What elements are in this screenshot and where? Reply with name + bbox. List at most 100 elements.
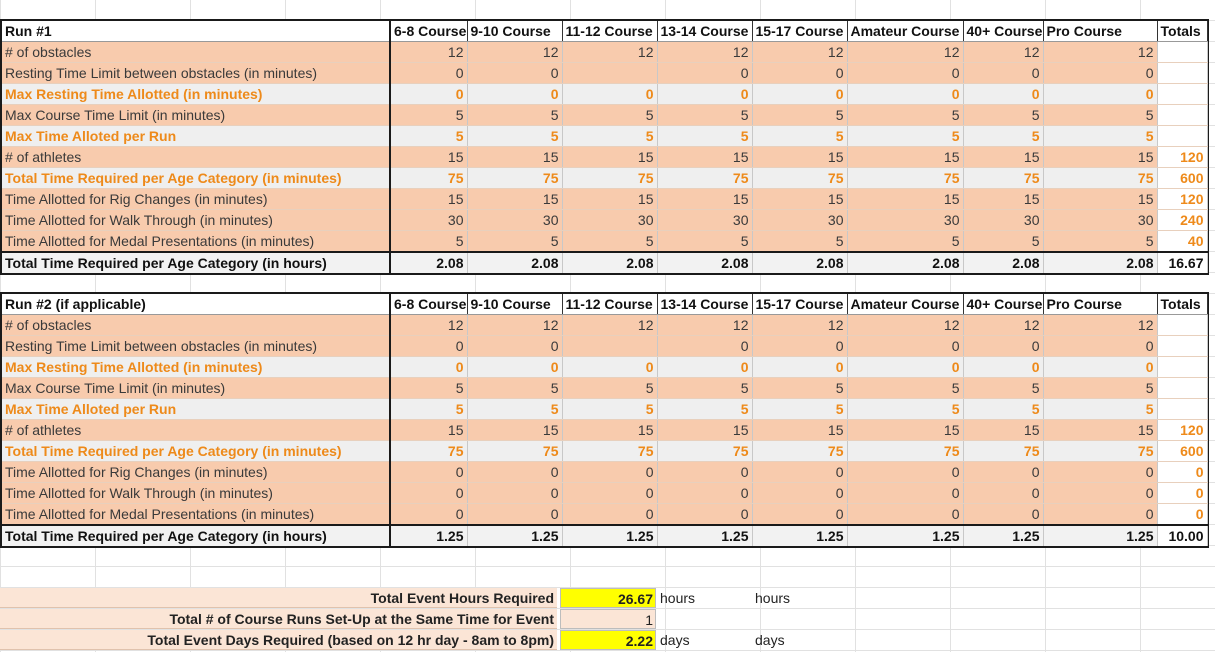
value-cell[interactable]: 15 xyxy=(963,188,1044,210)
value-cell[interactable]: 75 xyxy=(847,167,964,189)
course-header-cell[interactable]: Amateur Course xyxy=(847,294,964,315)
value-cell[interactable]: 1.25 xyxy=(752,524,848,546)
value-cell[interactable]: 0 xyxy=(390,356,468,378)
value-cell[interactable]: 5 xyxy=(752,104,848,126)
course-header-cell[interactable]: 9-10 Course xyxy=(467,294,563,315)
value-cell[interactable]: 0 xyxy=(467,503,563,526)
row-label-cell[interactable]: Resting Time Limit between obstacles (in… xyxy=(2,62,391,84)
value-cell[interactable]: 2.08 xyxy=(752,251,848,273)
value-cell[interactable]: 15 xyxy=(390,188,468,210)
value-cell[interactable]: 0 xyxy=(847,356,964,378)
value-cell[interactable]: 0 xyxy=(963,356,1044,378)
value-cell[interactable]: 0 xyxy=(467,461,563,483)
summary-value-cell[interactable]: 2.22 xyxy=(560,630,656,650)
course-header-cell[interactable]: 11-12 Course xyxy=(562,294,658,315)
value-cell[interactable]: 0 xyxy=(847,461,964,483)
total-cell[interactable]: 120 xyxy=(1156,146,1208,168)
value-cell[interactable]: 5 xyxy=(390,230,468,253)
course-header-cell[interactable]: Amateur Course xyxy=(847,21,964,42)
row-label-cell[interactable]: Max Course Time Limit (in minutes) xyxy=(2,104,391,126)
value-cell[interactable]: 15 xyxy=(1043,146,1158,168)
value-cell[interactable]: 0 xyxy=(390,83,468,105)
value-cell[interactable]: 0 xyxy=(657,461,753,483)
value-cell[interactable]: 2.08 xyxy=(467,251,563,273)
value-cell[interactable]: 2.08 xyxy=(847,251,964,273)
total-cell[interactable] xyxy=(1156,335,1208,357)
total-cell[interactable]: 120 xyxy=(1156,188,1208,210)
value-cell[interactable]: 0 xyxy=(752,482,848,504)
course-header-cell[interactable]: 11-12 Course xyxy=(562,21,658,42)
total-cell[interactable] xyxy=(1156,398,1208,420)
total-cell[interactable] xyxy=(1156,356,1208,378)
value-cell[interactable]: 15 xyxy=(562,419,658,441)
value-cell[interactable]: 12 xyxy=(752,41,848,63)
value-cell[interactable]: 15 xyxy=(1043,188,1158,210)
value-cell[interactable]: 1.25 xyxy=(1043,524,1158,546)
value-cell[interactable]: 5 xyxy=(752,377,848,399)
summary-value-cell[interactable]: 26.67 xyxy=(560,588,656,608)
value-cell[interactable]: 15 xyxy=(562,188,658,210)
row-label-cell[interactable]: Time Allotted for Rig Changes (in minute… xyxy=(2,188,391,210)
value-cell[interactable]: 2.08 xyxy=(963,251,1044,273)
value-cell[interactable]: 15 xyxy=(390,419,468,441)
value-cell[interactable]: 5 xyxy=(467,125,563,147)
value-cell[interactable]: 12 xyxy=(963,314,1044,336)
total-cell[interactable]: 600 xyxy=(1156,440,1208,462)
total-cell[interactable]: 600 xyxy=(1156,167,1208,189)
value-cell[interactable]: 0 xyxy=(963,503,1044,526)
value-cell[interactable]: 15 xyxy=(963,146,1044,168)
course-header-cell[interactable]: 15-17 Course xyxy=(752,294,848,315)
total-cell[interactable] xyxy=(1156,83,1208,105)
value-cell[interactable]: 0 xyxy=(1043,482,1158,504)
value-cell[interactable]: 15 xyxy=(752,188,848,210)
value-cell[interactable]: 0 xyxy=(657,83,753,105)
value-cell[interactable]: 5 xyxy=(657,104,753,126)
value-cell[interactable]: 0 xyxy=(562,83,658,105)
value-cell[interactable]: 5 xyxy=(390,377,468,399)
value-cell[interactable]: 75 xyxy=(467,440,563,462)
value-cell[interactable]: 0 xyxy=(562,356,658,378)
value-cell[interactable]: 15 xyxy=(752,419,848,441)
total-cell[interactable]: 16.67 xyxy=(1156,251,1208,273)
value-cell[interactable]: 0 xyxy=(752,461,848,483)
value-cell[interactable]: 1.25 xyxy=(562,524,658,546)
summary-value-cell[interactable]: 1 xyxy=(560,609,656,629)
row-label-cell[interactable]: Max Time Alloted per Run xyxy=(2,398,391,420)
course-header-cell[interactable]: 13-14 Course xyxy=(657,294,753,315)
value-cell[interactable]: 5 xyxy=(1043,398,1158,420)
value-cell[interactable]: 0 xyxy=(847,62,964,84)
total-cell[interactable] xyxy=(1156,377,1208,399)
value-cell[interactable]: 0 xyxy=(1043,335,1158,357)
total-cell[interactable]: 0 xyxy=(1156,503,1208,526)
value-cell[interactable]: 75 xyxy=(390,167,468,189)
row-label-cell[interactable]: Time Allotted for Medal Presentations (i… xyxy=(2,230,391,253)
course-header-cell[interactable]: 13-14 Course xyxy=(657,21,753,42)
value-cell[interactable]: 0 xyxy=(847,503,964,526)
value-cell[interactable]: 30 xyxy=(562,209,658,231)
value-cell[interactable]: 5 xyxy=(752,125,848,147)
value-cell[interactable]: 75 xyxy=(1043,440,1158,462)
value-cell[interactable]: 5 xyxy=(1043,125,1158,147)
value-cell[interactable]: 15 xyxy=(562,146,658,168)
row-label-cell[interactable]: Max Course Time Limit (in minutes) xyxy=(2,377,391,399)
value-cell[interactable]: 30 xyxy=(467,209,563,231)
row-label-cell[interactable]: Max Resting Time Allotted (in minutes) xyxy=(2,83,391,105)
value-cell[interactable]: 1.25 xyxy=(467,524,563,546)
value-cell[interactable]: 15 xyxy=(847,146,964,168)
value-cell[interactable]: 15 xyxy=(657,146,753,168)
course-header-cell[interactable]: 6-8 Course xyxy=(390,21,468,42)
value-cell[interactable]: 0 xyxy=(1043,461,1158,483)
value-cell[interactable]: 15 xyxy=(467,419,563,441)
value-cell[interactable]: 5 xyxy=(390,398,468,420)
value-cell[interactable]: 30 xyxy=(847,209,964,231)
value-cell[interactable]: 12 xyxy=(390,41,468,63)
total-cell[interactable]: 10.00 xyxy=(1156,524,1208,546)
value-cell[interactable]: 12 xyxy=(562,41,658,63)
row-label-cell[interactable]: Total Time Required per Age Category (in… xyxy=(2,167,391,189)
value-cell[interactable]: 15 xyxy=(847,419,964,441)
value-cell[interactable]: 12 xyxy=(1043,314,1158,336)
value-cell[interactable]: 0 xyxy=(752,62,848,84)
row-label-cell[interactable]: Time Allotted for Walk Through (in minut… xyxy=(2,482,391,504)
value-cell[interactable]: 5 xyxy=(963,230,1044,253)
row-label-cell[interactable]: # of obstacles xyxy=(2,41,391,63)
